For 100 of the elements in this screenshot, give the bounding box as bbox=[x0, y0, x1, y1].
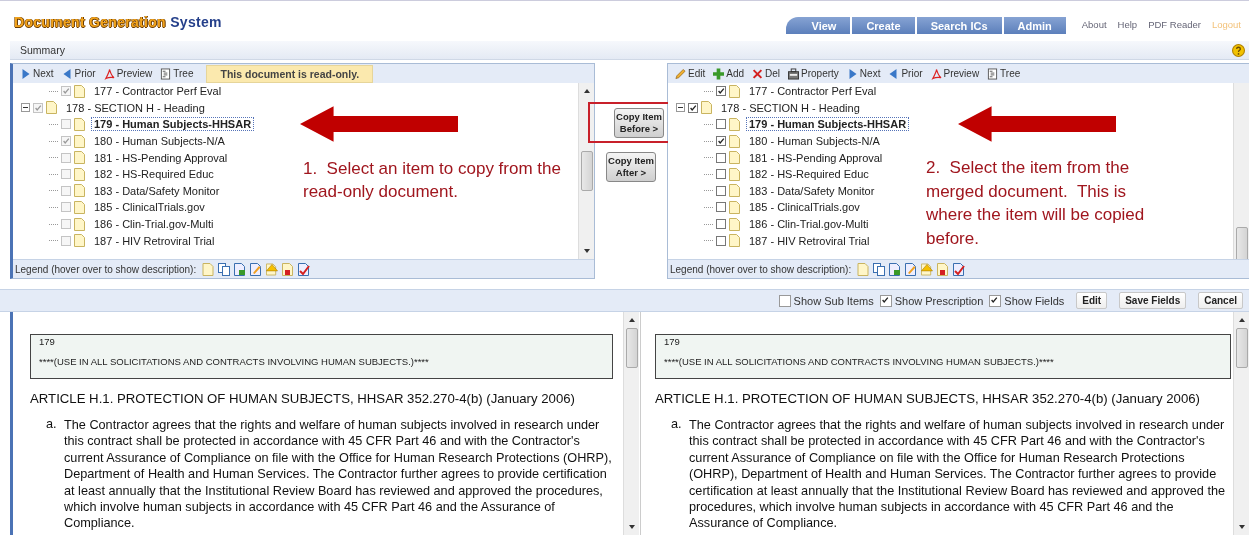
tree-item[interactable]: 180 - Human Subjects-N/A bbox=[746, 134, 883, 149]
checkbox[interactable] bbox=[716, 185, 726, 196]
document-icon bbox=[74, 184, 85, 198]
collapse-toggle[interactable] bbox=[676, 103, 685, 113]
document-icon bbox=[74, 200, 85, 214]
prescription-text: ****(USE IN ALL SOLICITATIONS AND CONTRACTS INVOLVING HUMAN SUBJECTS.)**** bbox=[664, 356, 1055, 367]
instruction-text: 1. Select an item to copy from the read-only document. bbox=[303, 158, 562, 203]
scroll-down-icon[interactable] bbox=[1237, 524, 1246, 530]
scroll-up-icon[interactable] bbox=[627, 317, 636, 323]
scrollbar[interactable] bbox=[1233, 312, 1249, 535]
document-icon bbox=[729, 134, 740, 148]
item-number: 179 bbox=[664, 336, 681, 347]
list-marker: a. bbox=[46, 417, 58, 433]
pdf-icon bbox=[103, 67, 115, 80]
document-icon bbox=[729, 184, 740, 198]
scrollbar[interactable] bbox=[578, 83, 594, 259]
action-button[interactable]: Edit bbox=[1076, 292, 1108, 309]
toolbar-button[interactable]: Tree bbox=[984, 67, 1024, 80]
document-icon bbox=[729, 234, 740, 248]
checkbox-label: Show Prescription bbox=[894, 294, 984, 307]
document-warning-icon bbox=[921, 262, 934, 276]
toolbox-icon bbox=[788, 67, 800, 80]
action-button[interactable]: Save Fields bbox=[1119, 292, 1187, 309]
document-icon bbox=[46, 101, 57, 115]
checkbox[interactable] bbox=[879, 294, 892, 307]
scroll-up-icon[interactable] bbox=[582, 88, 591, 94]
toolbar-button[interactable]: Tree bbox=[157, 67, 197, 80]
header-link[interactable]: Help bbox=[1117, 19, 1138, 30]
tree-item[interactable]: 178 - SECTION H - Heading bbox=[718, 100, 863, 115]
checkbox[interactable] bbox=[688, 102, 698, 113]
tree-item[interactable]: 182 - HS-Required Educ bbox=[746, 167, 872, 182]
scrollbar[interactable] bbox=[623, 312, 639, 535]
toolbar-button[interactable]: Preview bbox=[927, 67, 983, 80]
scroll-down-icon[interactable] bbox=[582, 248, 591, 254]
plus-icon bbox=[713, 67, 725, 80]
tree-item[interactable]: 177 - Contractor Perf Eval bbox=[746, 84, 880, 99]
document-icon bbox=[729, 200, 740, 214]
toolbar-button[interactable]: Add bbox=[710, 67, 748, 80]
list-marker: a. bbox=[671, 417, 683, 433]
pdf-icon bbox=[930, 67, 942, 80]
copy-button[interactable]: Copy Item After > bbox=[606, 152, 656, 182]
tree-item[interactable]: 187 - HIV Retroviral Trial bbox=[746, 233, 873, 248]
document-icon bbox=[729, 151, 740, 165]
delete-icon bbox=[752, 67, 764, 80]
checkbox-label: Show Sub Items bbox=[793, 294, 874, 307]
scroll-thumb[interactable] bbox=[625, 328, 638, 368]
tree-item[interactable]: 179 - Human Subjects-HHSAR bbox=[746, 117, 910, 132]
scroll-thumb[interactable] bbox=[1235, 328, 1248, 368]
document-icon bbox=[729, 167, 740, 181]
copy-button[interactable]: Copy Item Before > bbox=[614, 108, 664, 138]
read-only-notice: This document is read-only. bbox=[206, 64, 374, 83]
document-icon bbox=[74, 217, 85, 231]
checkbox-label: Show Fields bbox=[1004, 294, 1065, 307]
article-heading: ARTICLE H.1. PROTECTION OF HUMAN SUBJECTS, HHSAR 352.270-4(b) (January 2006) bbox=[30, 391, 576, 406]
scroll-up-icon[interactable] bbox=[1237, 317, 1246, 323]
document-lock-icon bbox=[937, 262, 950, 276]
scroll-thumb[interactable] bbox=[580, 151, 593, 191]
checkbox[interactable] bbox=[716, 169, 726, 180]
document-icon bbox=[729, 217, 740, 231]
checkbox[interactable] bbox=[989, 294, 1002, 307]
tree-item[interactable]: 181 - HS-Pending Approval bbox=[746, 150, 886, 165]
pencil-icon bbox=[675, 67, 686, 80]
toolbar-button[interactable]: Property bbox=[785, 67, 842, 80]
document-icon bbox=[74, 234, 85, 248]
checkbox[interactable] bbox=[716, 235, 726, 246]
checkbox[interactable] bbox=[716, 136, 726, 147]
checkbox[interactable] bbox=[716, 119, 726, 130]
document-icon bbox=[729, 84, 740, 98]
document-icon bbox=[74, 134, 85, 148]
tree-item[interactable]: 185 - ClinicalTrials.gov bbox=[746, 200, 863, 215]
header-link[interactable]: About bbox=[1081, 19, 1107, 30]
toolbar-button[interactable]: Preview bbox=[100, 67, 156, 80]
scroll-down-icon[interactable] bbox=[627, 524, 636, 530]
tree-icon bbox=[160, 67, 172, 80]
tree-item[interactable]: 183 - Data/Safety Monitor bbox=[746, 183, 878, 198]
item-number: 179 bbox=[39, 336, 56, 347]
scrollbar[interactable] bbox=[1233, 83, 1249, 259]
action-button[interactable]: Cancel bbox=[1198, 292, 1243, 309]
toolbar-button[interactable]: Edit bbox=[672, 67, 709, 80]
instruction-text: 2. Select the item from the merged document. This is where the item will be copied before. bbox=[926, 157, 1146, 251]
scroll-thumb[interactable] bbox=[1235, 227, 1248, 259]
checkbox[interactable] bbox=[716, 86, 726, 97]
checkbox[interactable] bbox=[778, 294, 791, 307]
article-heading: ARTICLE H.1. PROTECTION OF HUMAN SUBJECTS, HHSAR 352.270-4(b) (January 2006) bbox=[655, 391, 1201, 406]
header-link[interactable]: PDF Reader bbox=[1148, 19, 1201, 30]
clause-paragraph: The Contractor agrees that the rights and welfare of human subjects involved in research under this contract shall be protected in accordance with 45 CFR Part 46 and with the Contractor's current Assurance of Compliance on file with the Office for Human Research Protections (OHRP), Department of Health and Human Services. The Contractor further agrees to provide certification at least annually that the Institutional Review Board has reviewed and approved the procedures, which involve human subjects in accordance with 45 CFR Part 46 and the Assurance of Compliance. bbox=[64, 417, 613, 532]
checkbox[interactable] bbox=[716, 219, 726, 230]
toolbar-button[interactable]: Prior bbox=[885, 67, 926, 80]
toolbar-button[interactable]: Del bbox=[749, 67, 784, 80]
legend-label: Legend (hover over to show description): bbox=[670, 263, 852, 275]
document-icon bbox=[729, 118, 740, 131]
help-icon[interactable] bbox=[1232, 43, 1245, 57]
document-warning-icon bbox=[266, 262, 279, 276]
toolbar-button[interactable]: Next bbox=[843, 67, 884, 80]
tree-item[interactable]: 186 - Clin-Trial.gov-Multi bbox=[746, 217, 872, 232]
toolbar-button[interactable]: Prior bbox=[58, 67, 99, 80]
prescription-text: ****(USE IN ALL SOLICITATIONS AND CONTRACTS INVOLVING HUMAN SUBJECTS.)**** bbox=[39, 356, 430, 367]
toolbar-button[interactable]: Next bbox=[17, 67, 57, 80]
checkbox[interactable] bbox=[716, 202, 726, 213]
checkbox[interactable] bbox=[716, 152, 726, 163]
